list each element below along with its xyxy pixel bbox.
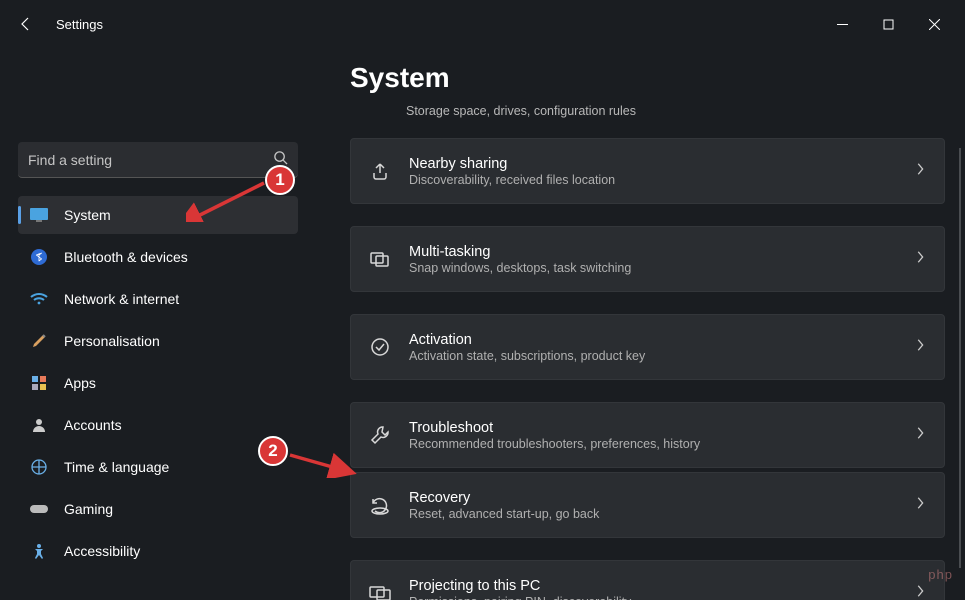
- card-text: Projecting to this PC Permissions, pairi…: [409, 578, 896, 600]
- sidebar-item-label: Personalisation: [64, 333, 160, 349]
- person-icon: [30, 416, 48, 434]
- scrollbar[interactable]: [959, 148, 961, 568]
- annotation-marker-2: 2: [258, 436, 288, 466]
- close-icon: [929, 19, 940, 30]
- chevron-right-icon: [914, 496, 926, 515]
- card-subtitle: Recommended troubleshooters, preferences…: [409, 437, 896, 451]
- recovery-icon: [369, 494, 391, 516]
- sidebar-item-label: Network & internet: [64, 291, 179, 307]
- back-button[interactable]: [10, 8, 42, 40]
- card-title: Recovery: [409, 490, 896, 506]
- chevron-right-icon: [914, 162, 926, 181]
- sidebar-item-label: Accounts: [64, 417, 122, 433]
- share-icon: [369, 160, 391, 182]
- chevron-right-icon: [914, 338, 926, 357]
- annotation-marker-1: 1: [265, 165, 295, 195]
- annotation-arrow-2: [288, 450, 360, 478]
- wrench-icon: [369, 424, 391, 446]
- minimize-icon: [837, 19, 848, 30]
- window-title: Settings: [56, 17, 103, 32]
- card-subtitle: Reset, advanced start-up, go back: [409, 507, 896, 521]
- bluetooth-icon: [30, 248, 48, 266]
- check-circle-icon: [369, 336, 391, 358]
- card-title: Activation: [409, 332, 896, 348]
- display-icon: [30, 206, 48, 224]
- card-troubleshoot[interactable]: Troubleshoot Recommended troubleshooters…: [350, 402, 945, 468]
- page-title: System: [350, 62, 945, 94]
- paintbrush-icon: [30, 332, 48, 350]
- sidebar-item-network[interactable]: Network & internet: [18, 280, 298, 318]
- close-button[interactable]: [911, 8, 957, 40]
- apps-icon: [30, 374, 48, 392]
- card-text: Troubleshoot Recommended troubleshooters…: [409, 420, 896, 451]
- windows-icon: [369, 248, 391, 270]
- globe-clock-icon: [30, 458, 48, 476]
- sidebar-item-label: Apps: [64, 375, 96, 391]
- chevron-right-icon: [914, 250, 926, 269]
- sidebar-item-time-language[interactable]: Time & language: [18, 448, 298, 486]
- maximize-button[interactable]: [865, 8, 911, 40]
- sidebar-item-apps[interactable]: Apps: [18, 364, 298, 402]
- card-title: Troubleshoot: [409, 420, 896, 436]
- main-content: System Storage space, drives, configurat…: [310, 48, 965, 600]
- chevron-right-icon: [914, 426, 926, 445]
- watermark: php: [928, 567, 953, 582]
- sidebar-item-bluetooth[interactable]: Bluetooth & devices: [18, 238, 298, 276]
- maximize-icon: [883, 19, 894, 30]
- card-title: Nearby sharing: [409, 156, 896, 172]
- minimize-button[interactable]: [819, 8, 865, 40]
- sidebar: System Bluetooth & devices Network & int…: [0, 48, 310, 600]
- sidebar-item-label: Gaming: [64, 501, 113, 517]
- accessibility-icon: [30, 542, 48, 560]
- sidebar-item-label: Bluetooth & devices: [64, 249, 188, 265]
- sidebar-item-personalisation[interactable]: Personalisation: [18, 322, 298, 360]
- card-title: Multi-tasking: [409, 244, 896, 260]
- arrow-left-icon: [18, 16, 34, 32]
- search-wrap: [18, 142, 298, 178]
- titlebar-left: Settings: [10, 8, 103, 40]
- sidebar-item-accessibility[interactable]: Accessibility: [18, 532, 298, 570]
- card-multi-tasking[interactable]: Multi-tasking Snap windows, desktops, ta…: [350, 226, 945, 292]
- card-subtitle: Activation state, subscriptions, product…: [409, 349, 896, 363]
- annotation-arrow-1: [186, 180, 270, 222]
- card-projecting[interactable]: Projecting to this PC Permissions, pairi…: [350, 560, 945, 600]
- card-title: Projecting to this PC: [409, 578, 896, 594]
- nav: System Bluetooth & devices Network & int…: [18, 196, 298, 570]
- sidebar-item-gaming[interactable]: Gaming: [18, 490, 298, 528]
- card-subtitle: Discoverability, received files location: [409, 173, 896, 187]
- card-subtitle: Permissions, pairing PIN, discoverabilit…: [409, 595, 896, 600]
- card-recovery[interactable]: Recovery Reset, advanced start-up, go ba…: [350, 472, 945, 538]
- titlebar: Settings: [0, 0, 965, 48]
- gamepad-icon: [30, 500, 48, 518]
- card-subtitle: Snap windows, desktops, task switching: [409, 261, 896, 275]
- sidebar-item-label: Time & language: [64, 459, 169, 475]
- card-text: Activation Activation state, subscriptio…: [409, 332, 896, 363]
- sidebar-item-accounts[interactable]: Accounts: [18, 406, 298, 444]
- search-input[interactable]: [18, 142, 298, 178]
- card-text: Multi-tasking Snap windows, desktops, ta…: [409, 244, 896, 275]
- storage-subtitle: Storage space, drives, configuration rul…: [406, 104, 945, 118]
- card-text: Recovery Reset, advanced start-up, go ba…: [409, 490, 896, 521]
- card-text: Nearby sharing Discoverability, received…: [409, 156, 896, 187]
- sidebar-item-label: System: [64, 207, 111, 223]
- card-nearby-sharing[interactable]: Nearby sharing Discoverability, received…: [350, 138, 945, 204]
- window-controls: [819, 8, 957, 40]
- wifi-icon: [30, 290, 48, 308]
- projecting-icon: [369, 582, 391, 600]
- sidebar-item-label: Accessibility: [64, 543, 140, 559]
- card-activation[interactable]: Activation Activation state, subscriptio…: [350, 314, 945, 380]
- chevron-right-icon: [914, 584, 926, 600]
